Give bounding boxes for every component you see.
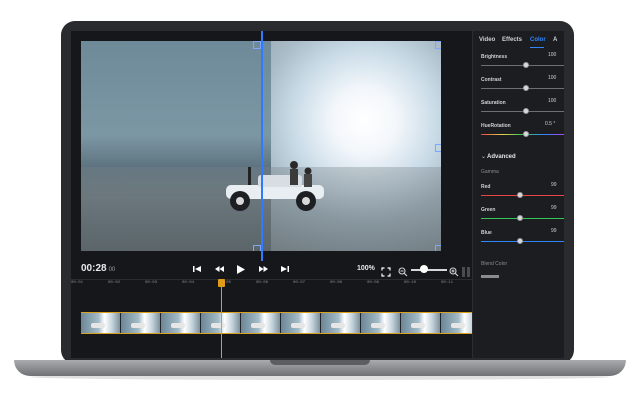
clip-thumbnail: [81, 313, 121, 333]
brightness-value: 100: [548, 52, 557, 58]
red-slider-thumb[interactable]: [517, 192, 524, 198]
green-slider-thumb[interactable]: [517, 215, 524, 221]
ruler-tick: 00:04: [182, 281, 195, 285]
clip-thumbnail: [121, 313, 161, 333]
skip-back-icon[interactable]: [191, 263, 203, 275]
tab-video[interactable]: Video: [479, 37, 495, 43]
green-value: 99: [551, 205, 557, 211]
contrast-label: Contrast: [481, 77, 502, 83]
contrast-value: 100: [548, 75, 557, 81]
zoom-in-icon[interactable]: [449, 264, 459, 277]
blend-color-swatch[interactable]: [481, 275, 499, 278]
panel-tabs: Video Effects Color A: [473, 37, 564, 48]
split-compare-line[interactable]: [261, 31, 263, 261]
advanced-section-title[interactable]: Advanced: [487, 154, 516, 160]
zoom-out-icon[interactable]: [398, 264, 408, 277]
crop-handle[interactable]: [435, 41, 441, 49]
ruler-tick: 00:03: [145, 281, 158, 285]
clip-thumbnail: [281, 313, 321, 333]
huerotation-slider-thumb[interactable]: [522, 131, 529, 137]
contrast-slider-thumb[interactable]: [522, 85, 529, 91]
tab-effects[interactable]: Effects: [502, 37, 522, 43]
jeep-image: [226, 161, 324, 211]
saturation-label: Saturation: [481, 100, 506, 106]
clip-thumbnail: [321, 313, 361, 333]
zoom-slider[interactable]: [411, 269, 447, 271]
zoom-slider-thumb[interactable]: [420, 265, 428, 273]
huerotation-value: 0.5 °: [545, 121, 556, 127]
blue-label: Blue: [481, 230, 492, 236]
ruler-tick: 00:07: [293, 281, 306, 285]
rewind-icon[interactable]: [213, 263, 225, 275]
ruler-tick: 00:10: [404, 281, 417, 285]
brightness-label: Brightness: [481, 54, 508, 60]
ruler-tick: 00:08: [330, 281, 343, 285]
tab-color[interactable]: Color: [530, 37, 546, 43]
ruler-tick: 00:11: [441, 281, 454, 285]
active-tab-indicator: [530, 47, 544, 48]
skip-forward-icon[interactable]: [279, 263, 291, 275]
blue-value: 99: [551, 228, 557, 234]
transport-controls: [191, 263, 291, 275]
pause-icon[interactable]: [461, 264, 471, 277]
red-label: Red: [481, 184, 491, 190]
crop-handle[interactable]: [253, 245, 261, 251]
clip-thumbnail: [401, 313, 441, 333]
crop-handle[interactable]: [435, 245, 441, 251]
ruler-tick: 00:01: [71, 281, 84, 285]
blend-color-label: Blend Color: [481, 261, 508, 267]
ruler-tick: 00:06: [256, 281, 269, 285]
fast-forward-icon[interactable]: [257, 263, 269, 275]
properties-panel: Video Effects Color A Brightness 100 Con…: [472, 31, 564, 358]
editor-screen: 00:28 00 100% 00:01 00:02 00:03 00:04 00…: [71, 31, 564, 358]
clip-thumbnail: [241, 313, 281, 333]
saturation-value: 100: [548, 98, 557, 104]
chevron-down-icon[interactable]: ⌄: [481, 153, 486, 160]
playhead-handle[interactable]: [218, 279, 225, 287]
clip-thumbnail: [161, 313, 201, 333]
red-value: 99: [551, 182, 557, 188]
ruler-tick: 00:02: [108, 281, 121, 285]
timecode: 00:28 00: [81, 263, 116, 274]
ruler-tick: 00:09: [367, 281, 380, 285]
zoom-level: 100%: [357, 265, 375, 272]
clip-thumbnail: [361, 313, 401, 333]
crop-handle[interactable]: [435, 144, 441, 152]
saturation-slider-thumb[interactable]: [522, 108, 529, 114]
crop-handle[interactable]: [253, 41, 261, 49]
fullscreen-icon[interactable]: [381, 264, 391, 277]
tab-audio[interactable]: A: [553, 37, 557, 43]
huerotation-label: HueRotation: [481, 123, 511, 129]
playhead[interactable]: [221, 279, 222, 358]
play-icon[interactable]: [235, 263, 247, 275]
blue-slider-thumb[interactable]: [517, 238, 524, 244]
laptop-notch: [270, 360, 370, 365]
green-label: Green: [481, 207, 496, 213]
brightness-slider-thumb[interactable]: [522, 62, 529, 68]
gamma-label: Gamma: [481, 169, 499, 175]
